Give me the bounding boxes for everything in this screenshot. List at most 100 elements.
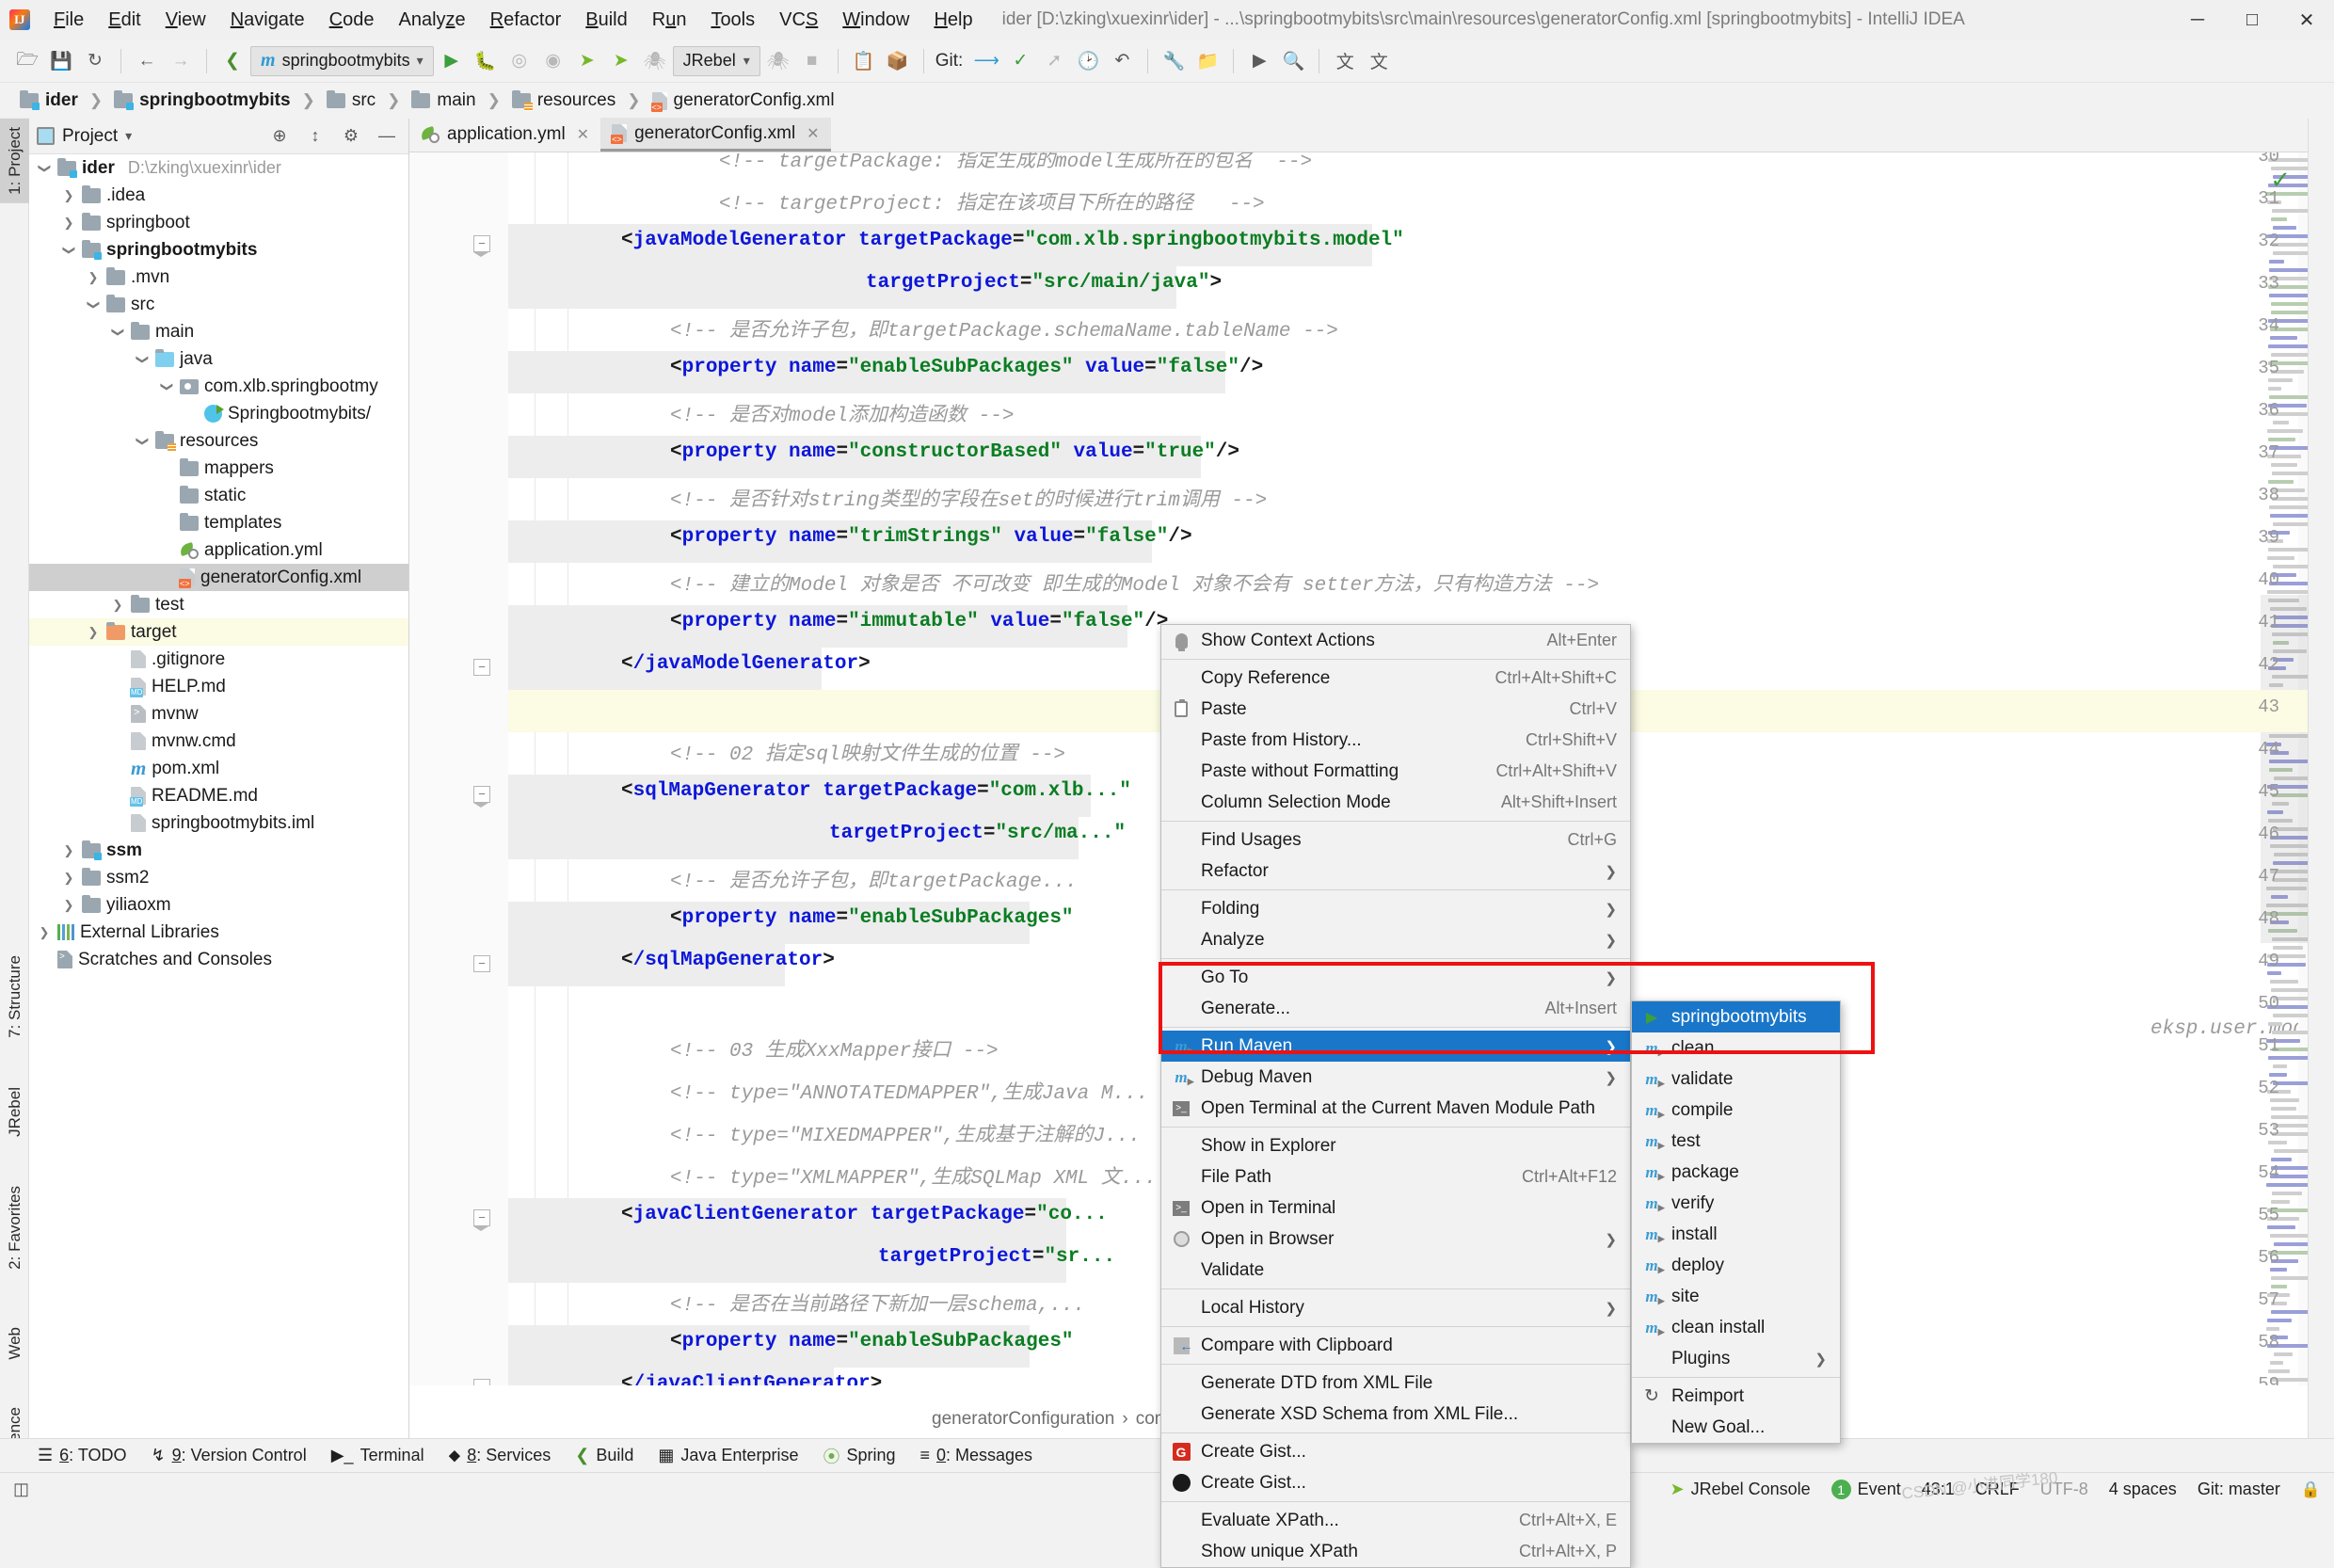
code-line[interactable]: <property name="enableSubPackages": [670, 1331, 1074, 1352]
fold-end-icon[interactable]: −: [473, 659, 490, 676]
sidebar-item-structure[interactable]: 7: Structure: [0, 947, 30, 1047]
tree-item-templates[interactable]: templates: [29, 509, 408, 536]
code-line[interactable]: <property name="immutable" value="false"…: [670, 611, 1168, 632]
forward-icon[interactable]: →: [165, 45, 197, 77]
code-line[interactable]: <!-- 是否在当前路径下新加一层schema,...: [670, 1288, 1085, 1317]
code-line[interactable]: <property name="trimStrings" value="fals…: [670, 526, 1192, 548]
tree-item-java[interactable]: java: [29, 345, 408, 373]
run-configuration-selector[interactable]: m springbootmybits ▾: [250, 45, 434, 76]
tree-item-help-md[interactable]: HELP.md: [29, 673, 408, 700]
collapse-all-icon[interactable]: ↕: [301, 123, 329, 150]
menu-item-tools[interactable]: Tools: [698, 6, 767, 35]
menu-item-run[interactable]: Run: [640, 6, 699, 35]
menu-item-edit[interactable]: Edit: [96, 6, 152, 35]
left-tool-strip[interactable]: 1: Project 7: Structure JRebel 2: Favori…: [0, 119, 30, 1491]
code-line[interactable]: </sqlMapGenerator>: [621, 950, 835, 971]
sidebar-item-web[interactable]: Web: [0, 1319, 30, 1368]
menu-item-help[interactable]: Help: [921, 6, 984, 35]
tree-item-main[interactable]: main: [29, 318, 408, 345]
menu-item-evaluate-xpath[interactable]: Evaluate XPath... Ctrl+Alt+X, E: [1161, 1505, 1630, 1536]
menu-item-show-in-explorer[interactable]: Show in Explorer: [1161, 1130, 1630, 1161]
tree-item-generatorconfig-xml[interactable]: generatorConfig.xml: [29, 564, 408, 591]
project-tool-window[interactable]: Project ▾ ⊕ ↕ ⚙ — ider D:\zking\xuexinr\i…: [29, 119, 409, 1438]
tree-item-test[interactable]: test: [29, 591, 408, 618]
chevron-down-icon[interactable]: ▾: [125, 128, 132, 144]
right-tool-strip[interactable]: [2308, 119, 2334, 1438]
update-project-icon[interactable]: 📋: [848, 45, 880, 77]
tree-item-ider[interactable]: ider D:\zking\xuexinr\ider: [29, 154, 408, 182]
menu-item-view[interactable]: View: [153, 6, 218, 35]
menu-item-find-usages[interactable]: Find Usages Ctrl+G: [1161, 824, 1630, 856]
git-revert-icon[interactable]: ↶: [1106, 45, 1138, 77]
tree-item-src[interactable]: src: [29, 291, 408, 318]
git-commit-icon[interactable]: ✓: [1004, 45, 1036, 77]
git-branch-status[interactable]: Git: master: [2198, 1480, 2280, 1499]
previous-occurrence-icon[interactable]: ❮: [216, 45, 248, 77]
menu-item-debug-maven[interactable]: m Debug Maven ❯: [1161, 1062, 1630, 1093]
close-icon[interactable]: ✕: [577, 125, 589, 144]
project-tree[interactable]: ider D:\zking\xuexinr\ider .idea springboot…: [29, 154, 408, 973]
menu-item-reimport[interactable]: ↻ Reimport: [1632, 1381, 1840, 1412]
code-line[interactable]: <javaClientGenerator targetPackage="co..…: [621, 1204, 1108, 1225]
maximize-button[interactable]: □: [2225, 0, 2279, 40]
indent-setting[interactable]: 4 spaces: [2109, 1480, 2177, 1499]
code-line[interactable]: <!-- type="ANNOTATEDMAPPER",生成Java M...: [670, 1077, 1148, 1105]
menu-item-paste-from-history[interactable]: Paste from History... Ctrl+Shift+V: [1161, 725, 1630, 756]
menu-item-plugins[interactable]: Plugins ❯: [1632, 1343, 1840, 1374]
menu-item-navigate[interactable]: Navigate: [218, 6, 317, 35]
hide-tool-windows-icon[interactable]: ◫: [13, 1480, 29, 1499]
editor-breadcrumb[interactable]: generatorConfiguration › context: [932, 1409, 1193, 1430]
tool-window-messages[interactable]: ≡ 0: Messages: [919, 1446, 1032, 1465]
tool-window-terminal[interactable]: ▶_ Terminal: [331, 1446, 424, 1465]
settings-wrench-icon[interactable]: 🔧: [1158, 45, 1190, 77]
gear-icon[interactable]: ⚙: [337, 123, 365, 150]
menu-item-generate-dtd-from-xml-file[interactable]: Generate DTD from XML File: [1161, 1368, 1630, 1399]
menu-item-go-to[interactable]: Go To ❯: [1161, 962, 1630, 993]
tool-window-todo[interactable]: ☰ 6: TODO: [38, 1446, 127, 1465]
menu-item-local-history[interactable]: Local History ❯: [1161, 1292, 1630, 1323]
git-push-icon[interactable]: ➚: [1038, 45, 1070, 77]
menu-item-code[interactable]: Code: [317, 6, 387, 35]
code-line[interactable]: <!-- 是否对model添加构造函数 -->: [670, 399, 1014, 427]
code-line[interactable]: </javaClientGenerator>: [621, 1373, 882, 1385]
tree-item-external-libraries[interactable]: External Libraries: [29, 919, 408, 946]
breadcrumb[interactable]: ider ❯ springbootmybits ❯ src ❯ main ❯ r…: [0, 83, 2334, 119]
chevron-down-icon[interactable]: [135, 434, 150, 449]
menu-item-run-maven[interactable]: m Run Maven ❯: [1161, 1031, 1630, 1062]
chevron-down-icon[interactable]: [37, 161, 52, 176]
window-controls[interactable]: ─ □ ✕: [2170, 0, 2334, 40]
tree-item-ssm2[interactable]: ssm2: [29, 864, 408, 891]
tree-item-pom-xml[interactable]: m pom.xml: [29, 755, 408, 782]
menu-item-open-in-browser[interactable]: Open in Browser ❯: [1161, 1224, 1630, 1255]
tool-window-java-enterprise[interactable]: ▦ Java Enterprise: [658, 1446, 798, 1465]
stop-icon[interactable]: ■: [796, 45, 828, 77]
translate-alt-icon[interactable]: 文: [1363, 45, 1395, 77]
minimize-button[interactable]: ─: [2170, 0, 2225, 40]
breadcrumb-item-springbootmybits[interactable]: springbootmybits: [109, 88, 295, 113]
tree-item-target[interactable]: target: [29, 618, 408, 646]
console-icon[interactable]: ▶: [1243, 45, 1275, 77]
tab-application-yml[interactable]: application.yml ✕: [409, 118, 601, 152]
menu-item-refactor[interactable]: Refactor: [478, 6, 574, 35]
tree-item-gitignore[interactable]: .gitignore: [29, 646, 408, 673]
chevron-down-icon[interactable]: [86, 297, 101, 312]
chevron-right-icon[interactable]: [86, 270, 101, 285]
hide-panel-icon[interactable]: —: [373, 123, 401, 150]
menu-item-validate[interactable]: m validate: [1632, 1064, 1840, 1095]
code-line[interactable]: <sqlMapGenerator targetPackage="com.xlb.…: [621, 780, 1131, 802]
tree-item-com-xlb-springbootmy[interactable]: com.xlb.springbootmy: [29, 373, 408, 400]
menu-item-build[interactable]: Build: [573, 6, 639, 35]
code-line[interactable]: <!-- type="XMLMAPPER",生成SQLMap XML 文...: [670, 1161, 1157, 1190]
tool-window-services[interactable]: ⬥ 8: Services: [449, 1446, 552, 1465]
code-line[interactable]: <!-- 03 生成XxxMapper接口 -->: [670, 1034, 999, 1063]
menu-item-clean-install[interactable]: m clean install: [1632, 1312, 1840, 1343]
code-line[interactable]: </javaModelGenerator>: [621, 653, 871, 675]
menu-item-test[interactable]: mtest: [1632, 1126, 1840, 1157]
code-line[interactable]: <property name="constructorBased" value=…: [670, 441, 1239, 463]
save-all-icon[interactable]: 💾: [45, 45, 77, 77]
breadcrumb-item-ider[interactable]: ider: [15, 88, 83, 113]
tree-item-mvnw[interactable]: > mvnw: [29, 700, 408, 728]
tree-item-yiliaoxm[interactable]: yiliaoxm: [29, 891, 408, 919]
project-structure-icon[interactable]: 📁: [1191, 45, 1223, 77]
code-line[interactable]: targetProject="sr...: [878, 1246, 1115, 1268]
